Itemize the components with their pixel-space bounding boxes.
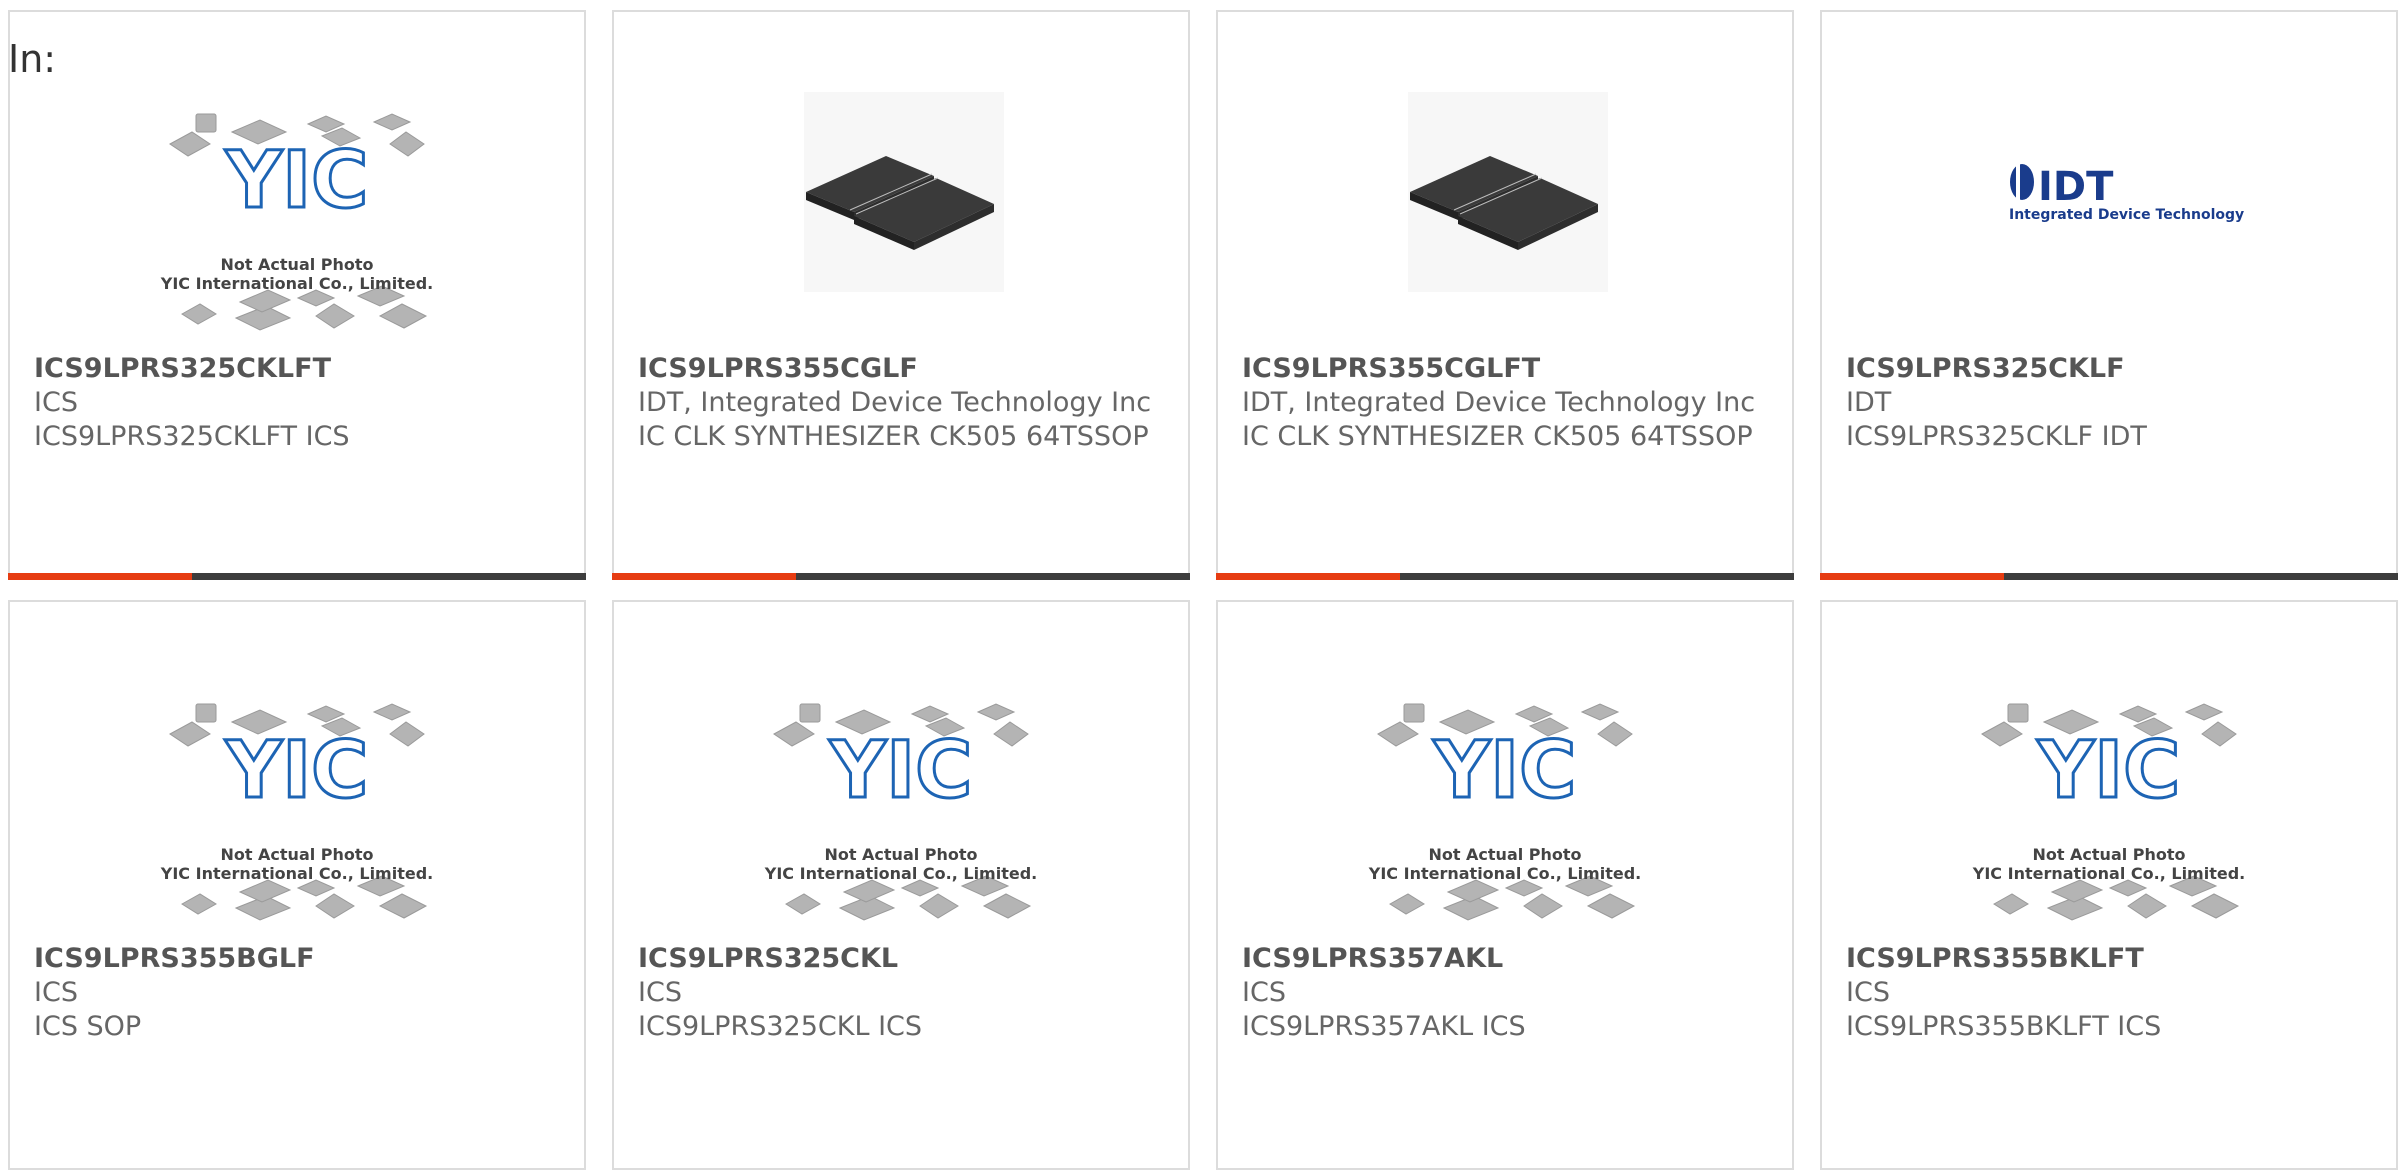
svg-text:YIC International Co., Limited: YIC International Co., Limited. bbox=[160, 274, 433, 293]
part-number-link[interactable]: ICS9LPRS357AKL bbox=[1242, 942, 1772, 976]
manufacturer: IDT, Integrated Device Technology Inc bbox=[1242, 387, 1756, 418]
card-bottom-bar bbox=[1216, 573, 1794, 580]
product-info: ICS9LPRS325CKL ICS ICS9LPRS325CKL ICS bbox=[638, 942, 1168, 1044]
manufacturer: ICS bbox=[34, 387, 78, 418]
manufacturer: ICS bbox=[1846, 977, 1890, 1008]
product-info: ICS9LPRS357AKL ICS ICS9LPRS357AKL ICS bbox=[1242, 942, 1772, 1044]
yic-placeholder-image: YIC Not Actual Photo YIC International C… bbox=[1368, 703, 1641, 921]
manufacturer: ICS bbox=[34, 977, 78, 1008]
card-bottom-bar bbox=[1820, 573, 2398, 580]
part-number-link[interactable]: ICS9LPRS325CKLFT bbox=[34, 352, 564, 386]
product-card[interactable]: YIC Not Actual Photo YIC International C… bbox=[612, 600, 1190, 1170]
yic-placeholder-image: YIC Not Actual Photo YIC International C… bbox=[160, 113, 433, 331]
manufacturer: IDT, Integrated Device Technology Inc bbox=[638, 387, 1152, 418]
yic-logo-icon: YIC bbox=[829, 726, 973, 816]
product-card[interactable]: YIC Not Actual Photo YIC International C… bbox=[1820, 600, 2398, 1170]
product-image[interactable]: YIC Not Actual Photo YIC International C… bbox=[1218, 682, 1792, 942]
description: ICS9LPRS325CKL ICS bbox=[638, 1011, 923, 1042]
yic-placeholder-image: YIC Not Actual Photo YIC International C… bbox=[764, 703, 1037, 921]
product-card[interactable]: ICS9LPRS355CGLF IDT, Integrated Device T… bbox=[612, 10, 1190, 580]
product-info: ICS9LPRS325CKLFT ICS ICS9LPRS325CKLFT IC… bbox=[34, 352, 564, 454]
product-image[interactable]: IDT Integrated Device Technology bbox=[1822, 92, 2396, 352]
yic-logo-icon: YIC bbox=[2037, 726, 2181, 816]
manufacturer: ICS bbox=[638, 977, 682, 1008]
tssop-chip-image bbox=[1408, 92, 1608, 292]
card-accent-bar bbox=[1216, 573, 1400, 580]
description: ICS9LPRS357AKL ICS bbox=[1242, 1011, 1526, 1042]
description: IC CLK SYNTHESIZER CK505 64TSSOP bbox=[638, 421, 1149, 452]
card-bottom-bar bbox=[8, 573, 586, 580]
manufacturer: ICS bbox=[1242, 977, 1286, 1008]
product-grid: YIC Not Actual Photo YIC International C… bbox=[0, 0, 2400, 1170]
tssop-chip-image bbox=[804, 92, 1004, 292]
part-number-link[interactable]: ICS9LPRS355CGLFT bbox=[1242, 352, 1772, 386]
product-card[interactable]: IDT Integrated Device Technology ICS9LPR… bbox=[1820, 10, 2398, 580]
part-number-link[interactable]: ICS9LPRS325CKLF bbox=[1846, 352, 2376, 386]
svg-text:YIC International Co., Limited: YIC International Co., Limited. bbox=[1972, 864, 2245, 883]
product-image[interactable]: YIC Not Actual Photo YIC International C… bbox=[614, 682, 1188, 942]
svg-text:Not Actual Photo: Not Actual Photo bbox=[220, 845, 373, 864]
product-card[interactable]: YIC Not Actual Photo YIC International C… bbox=[1216, 600, 1794, 1170]
description: ICS9LPRS325CKLFT ICS bbox=[34, 421, 350, 452]
product-card[interactable]: YIC Not Actual Photo YIC International C… bbox=[8, 600, 586, 1170]
svg-text:YIC International Co., Limited: YIC International Co., Limited. bbox=[160, 864, 433, 883]
svg-text:Not Actual Photo: Not Actual Photo bbox=[220, 255, 373, 274]
svg-text:Not Actual Photo: Not Actual Photo bbox=[2032, 845, 2185, 864]
yic-logo-icon: YIC bbox=[1433, 726, 1577, 816]
svg-text:YIC International Co., Limited: YIC International Co., Limited. bbox=[764, 864, 1037, 883]
svg-text:YIC International Co., Limited: YIC International Co., Limited. bbox=[1368, 864, 1641, 883]
product-image[interactable] bbox=[614, 92, 1188, 352]
product-info: ICS9LPRS355CGLFT IDT, Integrated Device … bbox=[1242, 352, 1772, 454]
results-in-label: In: bbox=[8, 37, 57, 81]
product-card[interactable]: YIC Not Actual Photo YIC International C… bbox=[8, 10, 586, 580]
product-info: ICS9LPRS355BKLFT ICS ICS9LPRS355BKLFT IC… bbox=[1846, 942, 2376, 1044]
description: ICS9LPRS325CKLF IDT bbox=[1846, 421, 2147, 452]
product-info: ICS9LPRS325CKLF IDT ICS9LPRS325CKLF IDT bbox=[1846, 352, 2376, 454]
product-image[interactable] bbox=[1218, 92, 1792, 352]
card-accent-bar bbox=[8, 573, 192, 580]
card-accent-bar bbox=[612, 573, 796, 580]
card-accent-bar bbox=[1820, 573, 2004, 580]
svg-text:IDT: IDT bbox=[2038, 164, 2114, 210]
idt-logo-image: IDT Integrated Device Technology bbox=[2009, 164, 2244, 223]
product-info: ICS9LPRS355BGLF ICS ICS SOP bbox=[34, 942, 564, 1044]
product-image[interactable]: YIC Not Actual Photo YIC International C… bbox=[10, 682, 584, 942]
product-card[interactable]: ICS9LPRS355CGLFT IDT, Integrated Device … bbox=[1216, 10, 1794, 580]
product-image[interactable]: YIC Not Actual Photo YIC International C… bbox=[1822, 682, 2396, 942]
yic-logo-icon: YIC bbox=[225, 726, 369, 816]
product-info: ICS9LPRS355CGLF IDT, Integrated Device T… bbox=[638, 352, 1168, 454]
svg-text:Integrated Device Technology: Integrated Device Technology bbox=[2009, 207, 2244, 223]
part-number-link[interactable]: ICS9LPRS355BKLFT bbox=[1846, 942, 2376, 976]
part-number-link[interactable]: ICS9LPRS325CKL bbox=[638, 942, 1168, 976]
yic-placeholder-image: YIC Not Actual Photo YIC International C… bbox=[160, 703, 433, 921]
svg-text:Not Actual Photo: Not Actual Photo bbox=[824, 845, 977, 864]
product-image[interactable]: YIC Not Actual Photo YIC International C… bbox=[10, 92, 584, 352]
description: IC CLK SYNTHESIZER CK505 64TSSOP bbox=[1242, 421, 1753, 452]
yic-placeholder-image: YIC Not Actual Photo YIC International C… bbox=[1972, 703, 2245, 921]
svg-text:Not Actual Photo: Not Actual Photo bbox=[1428, 845, 1581, 864]
yic-logo-icon: YIC bbox=[225, 136, 369, 226]
idt-logo-icon: IDT Integrated Device Technology bbox=[2009, 164, 2244, 223]
part-number-link[interactable]: ICS9LPRS355BGLF bbox=[34, 942, 564, 976]
card-bottom-bar bbox=[612, 573, 1190, 580]
description: ICS9LPRS355BKLFT ICS bbox=[1846, 1011, 2162, 1042]
description: ICS SOP bbox=[34, 1011, 142, 1042]
part-number-link[interactable]: ICS9LPRS355CGLF bbox=[638, 352, 1168, 386]
manufacturer: IDT bbox=[1846, 387, 1892, 418]
